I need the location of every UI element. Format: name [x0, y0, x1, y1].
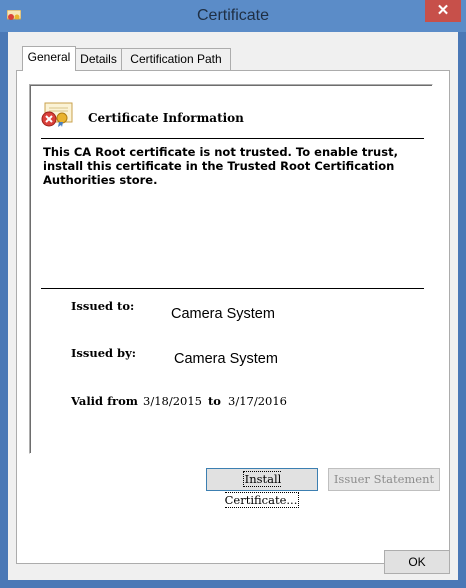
trust-warning-text: This CA Root certificate is not trusted.… — [43, 145, 398, 187]
tab-certification-path[interactable]: Certification Path — [121, 48, 231, 70]
divider — [41, 138, 424, 139]
untrusted-certificate-icon — [41, 102, 73, 127]
valid-to-label: to — [208, 394, 221, 408]
close-button[interactable]: ✕ — [425, 0, 461, 22]
title-bar[interactable]: Certificate ✕ — [0, 0, 466, 32]
issuer-statement-label: Issuer Statement — [333, 472, 435, 486]
issued-by-value: Camera System — [174, 351, 278, 367]
section-heading: Certificate Information — [88, 111, 244, 125]
install-certificate-label: Install Certificate... — [224, 471, 300, 508]
valid-to-date: 3/17/2016 — [228, 394, 287, 408]
tab-general[interactable]: General — [22, 46, 76, 71]
issued-to-label: Issued to: — [71, 299, 135, 313]
issued-by-label: Issued by: — [71, 346, 137, 360]
issuer-statement-button[interactable]: Issuer Statement — [328, 468, 440, 491]
valid-from-label: Valid from — [71, 394, 138, 408]
tab-details[interactable]: Details — [75, 48, 122, 70]
divider — [41, 288, 424, 289]
window-title: Certificate — [196, 7, 270, 24]
install-certificate-button[interactable]: Install Certificate... — [206, 468, 318, 508]
issued-to-value: Camera System — [171, 306, 275, 322]
ok-label: OK — [408, 555, 426, 569]
ok-button[interactable]: OK — [384, 550, 450, 574]
valid-from-date: 3/18/2015 — [143, 394, 202, 408]
certificate-info-box: Certificate Information This CA Root cer… — [29, 84, 433, 454]
close-icon: ✕ — [436, 2, 450, 19]
certificate-window: Certificate ✕ General Details Certificat… — [0, 0, 466, 588]
dialog-client: General Details Certification Path Certi… — [8, 32, 458, 580]
